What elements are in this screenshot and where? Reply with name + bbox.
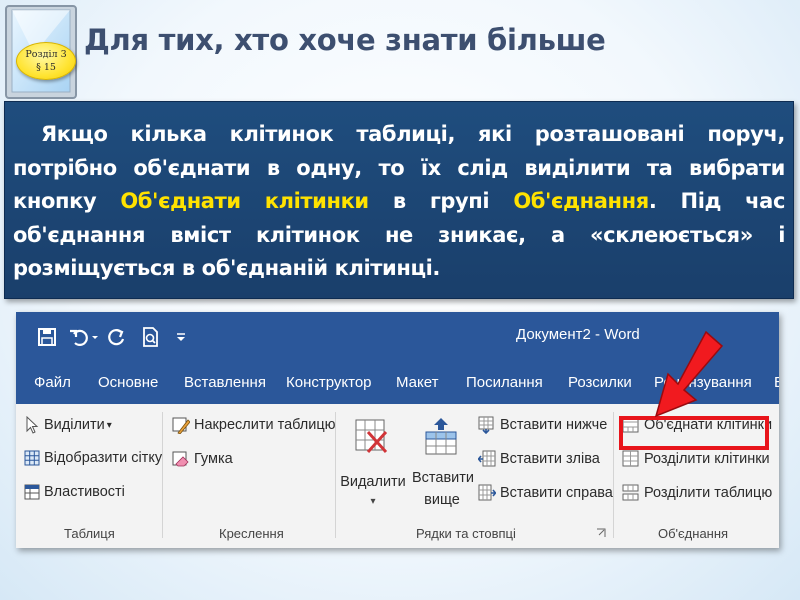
save-icon[interactable]	[36, 326, 58, 348]
draw-table-button[interactable]: Накреслити таблицю	[172, 416, 336, 434]
redo-icon[interactable]	[106, 326, 128, 348]
group-label-merge: Об'єднання	[658, 526, 729, 541]
insert-above-label-1: Вставити	[412, 470, 475, 486]
eraser-label: Гумка	[194, 451, 233, 467]
group-separator	[335, 412, 336, 538]
info-paragraph: Якщо кілька клітинок таблиці, які розташ…	[13, 118, 785, 286]
undo-dropdown-icon[interactable]	[90, 326, 100, 348]
section-badge: Розділ 3 § 15	[16, 42, 76, 80]
gridlines-icon	[24, 450, 40, 466]
split-cells-label: Розділити клітинки	[644, 451, 770, 467]
badge-chapter: Розділ 3	[25, 49, 67, 60]
insert-below-icon	[478, 416, 494, 434]
split-table-label: Розділити таблицю	[644, 485, 773, 501]
properties-button[interactable]: Властивості	[24, 484, 125, 500]
insert-above-label-2: вище	[424, 492, 460, 508]
delete-label: Видалити	[340, 474, 406, 490]
split-table-button[interactable]: Розділити таблицю	[622, 484, 772, 502]
insert-below-button[interactable]: Вставити нижче	[478, 416, 607, 434]
info-text-box: Якщо кілька клітинок таблиці, які розташ…	[4, 101, 794, 299]
split-table-icon	[622, 484, 639, 501]
insert-left-label: Вставити зліва	[500, 451, 600, 467]
delete-button[interactable]: Видалити ▾	[340, 414, 406, 518]
customize-qat-icon[interactable]	[174, 326, 188, 348]
document-title: Документ2 - Word	[516, 326, 640, 343]
select-dropdown-icon: ▾	[106, 419, 112, 431]
insert-left-button[interactable]: Вставити зліва	[478, 450, 600, 468]
delete-dropdown-icon: ▾	[370, 496, 376, 507]
tab-home[interactable]: Основне	[98, 374, 158, 391]
insert-above-icon	[425, 418, 457, 455]
tab-design[interactable]: Конструктор	[286, 374, 372, 391]
insert-right-button[interactable]: Вставити справа	[478, 484, 613, 502]
highlight-merge-group: Об'єднання	[513, 189, 649, 213]
insert-right-icon	[478, 484, 496, 501]
insert-above-button[interactable]: Вставити вище	[412, 414, 475, 518]
tab-mailings[interactable]: Розсилки	[568, 374, 632, 391]
dialog-launcher-icon[interactable]	[596, 528, 606, 538]
gridlines-label: Відобразити сітку	[44, 450, 163, 466]
table-properties-icon	[24, 484, 40, 500]
insert-left-icon	[478, 450, 496, 467]
group-label-draw: Креслення	[219, 526, 284, 541]
view-gridlines-button[interactable]: Відобразити сітку	[24, 450, 162, 466]
group-label-rows-cols: Рядки та стовпці	[416, 526, 516, 541]
highlight-merge-cells: Об'єднати клітинки	[120, 189, 369, 213]
group-separator	[613, 412, 614, 538]
insert-below-label: Вставити нижче	[500, 417, 608, 433]
badge-paragraph: § 15	[36, 62, 56, 73]
tab-references[interactable]: Посилання	[466, 374, 543, 391]
cursor-icon	[26, 416, 39, 434]
group-label-table: Таблиця	[64, 526, 115, 541]
draw-table-label: Накреслити таблицю	[194, 417, 336, 433]
undo-icon[interactable]	[68, 326, 90, 348]
tab-view-partial[interactable]: В	[774, 374, 779, 391]
slide-title: Для тих, хто хоче знати більше	[84, 23, 606, 57]
tab-insert[interactable]: Вставлення	[184, 374, 266, 391]
paragraph-text-2: в групі	[368, 189, 514, 213]
select-button[interactable]: Виділити ▾	[24, 416, 112, 434]
merge-cells-highlight-frame	[619, 416, 769, 450]
print-preview-icon[interactable]	[140, 326, 162, 348]
insert-right-label: Вставити справа	[500, 485, 613, 501]
pencil-icon	[172, 417, 190, 434]
tab-layout[interactable]: Макет	[396, 374, 438, 391]
split-cells-icon	[622, 450, 639, 467]
eraser-button[interactable]: Гумка	[172, 450, 233, 468]
tab-file[interactable]: Файл	[34, 374, 71, 391]
delete-table-icon	[355, 419, 388, 454]
split-cells-button[interactable]: Розділити клітинки	[622, 450, 770, 468]
callout-arrow-icon	[654, 330, 724, 418]
select-label: Виділити	[44, 417, 105, 433]
eraser-icon	[172, 451, 189, 467]
group-separator	[162, 412, 163, 538]
properties-label: Властивості	[44, 484, 125, 500]
